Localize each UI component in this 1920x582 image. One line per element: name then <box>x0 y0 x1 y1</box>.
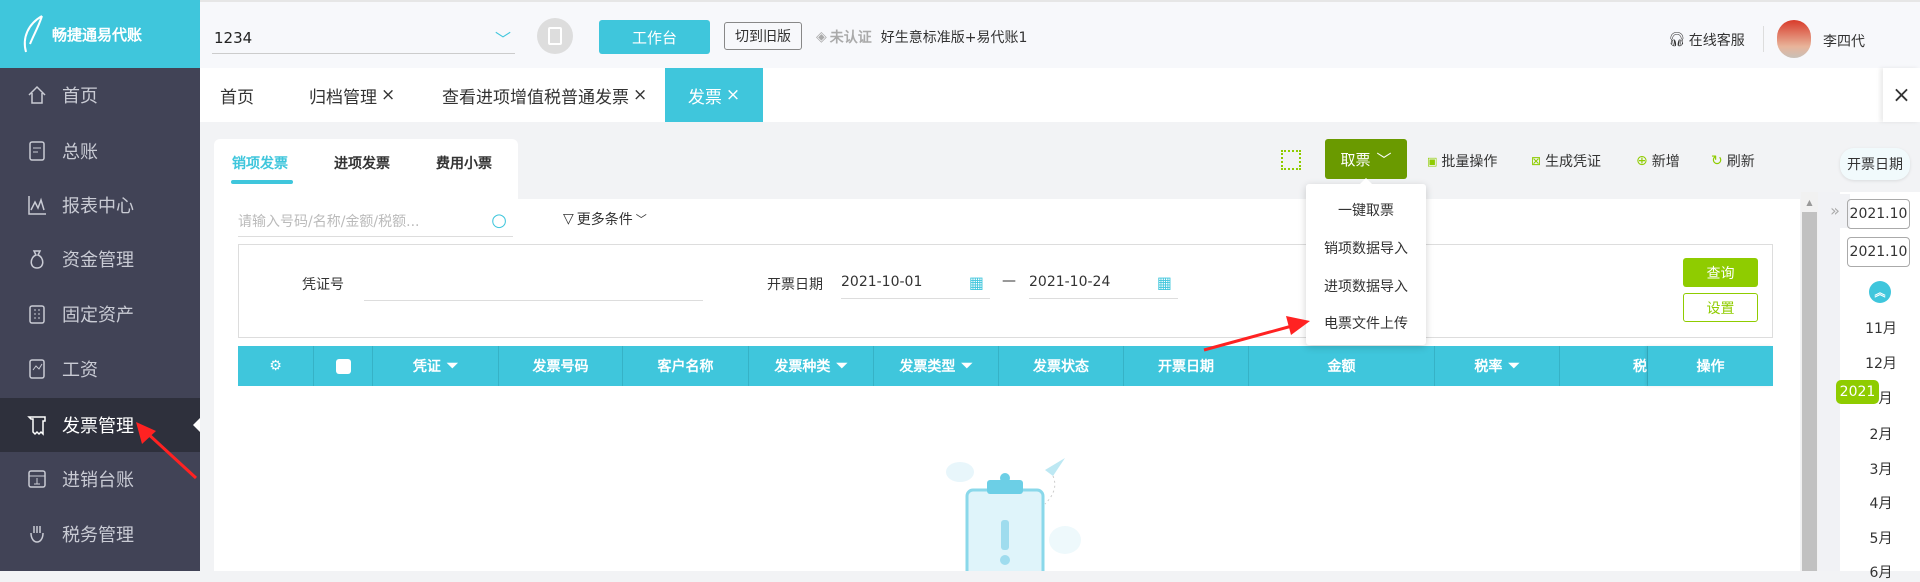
arrow-icon <box>1203 316 1310 352</box>
arrow-icon <box>136 422 198 480</box>
annotation-arrows <box>136 316 1310 480</box>
